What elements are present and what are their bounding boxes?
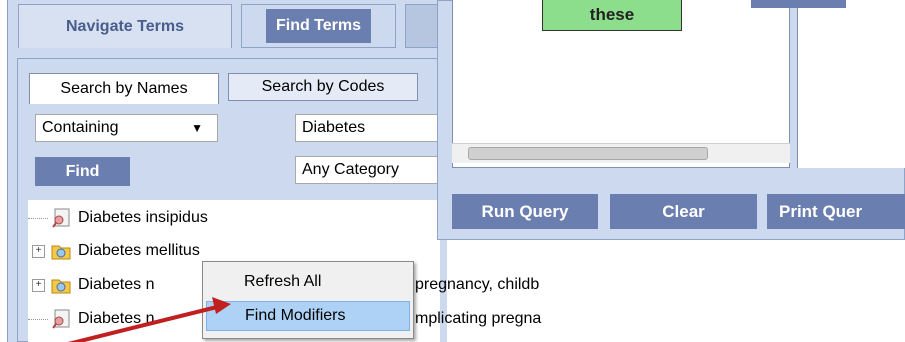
tree-connector: [28, 217, 48, 219]
panel-border: [7, 0, 8, 342]
query-group-header: [751, 0, 846, 8]
category-select[interactable]: Any Category: [295, 156, 440, 184]
tree-item-label: Diabetes n: [78, 310, 155, 327]
context-menu: Refresh All Find Modifiers: [202, 261, 414, 339]
scrollbar-thumb[interactable]: [468, 147, 708, 160]
tree-item-label-suffix: mplicating pregna: [415, 310, 542, 327]
tree-item[interactable]: + Diabetes n pregnancy, childb: [28, 272, 539, 298]
category-value: Any Category: [302, 161, 399, 178]
search-term-input[interactable]: Diabetes: [295, 114, 440, 142]
tree-item-label-suffix: pregnancy, childb: [415, 276, 540, 293]
menu-item-label: Refresh All: [244, 273, 322, 290]
query-canvas-secondary[interactable]: [797, 0, 905, 168]
menu-item-refresh-all[interactable]: Refresh All: [206, 267, 410, 297]
match-mode-value: Containing: [42, 119, 119, 136]
term-doc-icon: [52, 208, 70, 228]
tab-search-by-codes[interactable]: Search by Codes: [228, 73, 418, 101]
tree-item-label: Diabetes mellitus: [78, 242, 200, 259]
clear-button[interactable]: Clear: [610, 194, 757, 229]
menu-item-label: Find Modifiers: [245, 307, 346, 324]
term-doc-icon: [52, 309, 70, 329]
query-group-text: these: [589, 5, 635, 24]
tab-navigate-terms[interactable]: Navigate Terms: [18, 4, 232, 48]
search-term-value: Diabetes: [302, 119, 366, 136]
tree-item-label: Diabetes n: [78, 276, 155, 293]
tab-find-terms[interactable]: Find Terms: [241, 4, 396, 48]
folder-term-icon: [51, 245, 71, 260]
tab-search-by-names[interactable]: Search by Names: [29, 73, 219, 104]
plus-expander-icon[interactable]: +: [32, 244, 45, 258]
tab-search-by-codes-label: Search by Codes: [261, 78, 385, 95]
dropdown-arrow-icon: ▼: [191, 121, 203, 135]
run-query-label: Run Query: [481, 201, 569, 221]
tab-find-label: Find Terms: [265, 9, 372, 43]
query-group-box[interactable]: these: [542, 0, 682, 31]
plus-expander-icon[interactable]: +: [32, 278, 45, 292]
menu-item-find-modifiers[interactable]: Find Modifiers: [206, 301, 410, 331]
match-mode-select[interactable]: Containing ▼: [35, 114, 218, 142]
tree-connector: [28, 318, 48, 320]
run-query-button[interactable]: Run Query: [452, 194, 598, 229]
tree-item[interactable]: Diabetes n mplicating pregna: [28, 306, 541, 332]
tab-navigate-label: Navigate Terms: [66, 17, 184, 35]
find-button-label: Find: [65, 162, 100, 180]
tree-item[interactable]: + Diabetes mellitus: [28, 238, 200, 264]
print-query-label: Print Quer: [779, 201, 863, 221]
clear-label: Clear: [662, 201, 705, 221]
folder-term-icon: [51, 279, 71, 294]
tree-item[interactable]: Diabetes insipidus: [28, 205, 208, 231]
tab-overflow[interactable]: [405, 4, 440, 48]
tab-search-by-names-label: Search by Names: [60, 80, 188, 97]
find-button[interactable]: Find: [35, 157, 130, 186]
tree-item-label: Diabetes insipidus: [78, 209, 208, 226]
print-query-button[interactable]: Print Quer: [767, 194, 905, 229]
